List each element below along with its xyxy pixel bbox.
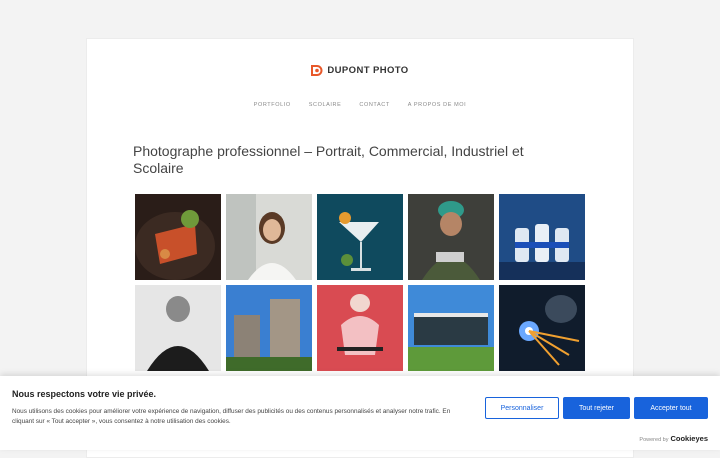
cookieyes-brand: Cookieyes <box>670 434 708 443</box>
gallery-photo-cocktail[interactable] <box>317 194 403 280</box>
gallery-photo-welding[interactable] <box>499 285 585 371</box>
cookie-title: Nous respectons votre vie privée. <box>12 389 157 399</box>
gallery-photo-bw-portrait[interactable] <box>135 285 221 371</box>
powered-by-label: Powered by <box>639 437 669 443</box>
logo-text: DUPONT PHOTO <box>327 65 409 76</box>
page-title: Photographe professionnel – Portrait, Co… <box>133 143 524 176</box>
photo-gallery <box>135 194 585 371</box>
gallery-photo-bottles[interactable] <box>499 194 585 280</box>
gallery-photo-cyclist[interactable] <box>317 285 403 371</box>
site-logo[interactable]: DUPONT PHOTO <box>87 65 633 76</box>
camera-logo-icon <box>311 65 323 76</box>
cookie-banner: Nous respectons votre vie privée. Nous u… <box>0 376 720 450</box>
cookie-description: Nous utilisons des cookies pour améliore… <box>12 408 451 425</box>
gallery-photo-modern-building[interactable] <box>408 285 494 371</box>
reject-all-button[interactable]: Tout rejeter <box>563 397 630 419</box>
customize-button[interactable]: Personnaliser <box>485 397 559 419</box>
gallery-photo-worker[interactable] <box>408 194 494 280</box>
gallery-photo-food[interactable] <box>135 194 221 280</box>
nav-portfolio[interactable]: PORTFOLIO <box>254 102 291 108</box>
gallery-photo-portrait[interactable] <box>226 194 312 280</box>
accept-all-button[interactable]: Accepter tout <box>634 397 708 419</box>
main-nav: PORTFOLIO SCOLAIRE CONTACT A PROPOS DE M… <box>87 102 633 108</box>
nav-scolaire[interactable]: SCOLAIRE <box>309 102 342 108</box>
powered-by[interactable]: Powered by Cookieyes <box>639 434 708 443</box>
nav-contact[interactable]: CONTACT <box>359 102 389 108</box>
gallery-photo-highrise[interactable] <box>226 285 312 371</box>
nav-about[interactable]: A PROPOS DE MOI <box>408 102 467 108</box>
